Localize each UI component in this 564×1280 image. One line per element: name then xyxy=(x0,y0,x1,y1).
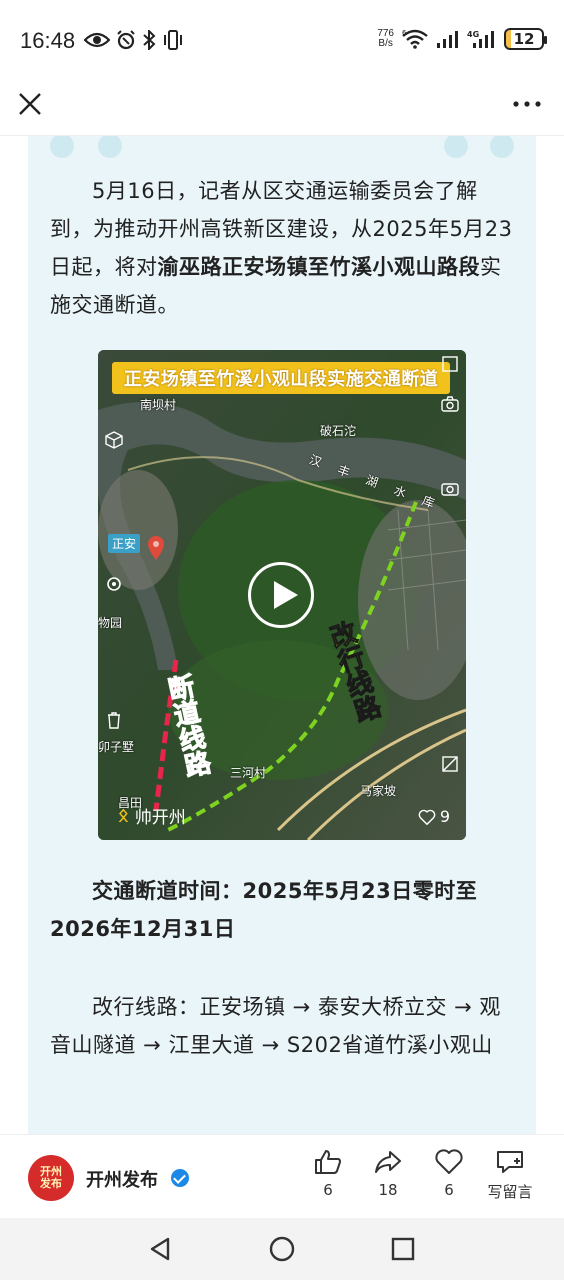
more-icon[interactable] xyxy=(512,94,542,114)
paragraph-intro-bold: 渝巫路正安场镇至竹溪小观山路段 xyxy=(157,255,480,279)
app-bar xyxy=(0,80,564,136)
no-pattern-icon xyxy=(442,756,458,772)
play-button[interactable] xyxy=(248,562,314,628)
share-count: 18 xyxy=(378,1181,398,1199)
net-speed-unit: B/s xyxy=(378,38,393,49)
decorative-dots xyxy=(28,136,536,160)
trash-icon xyxy=(108,712,120,729)
watermark-text: 帅开州 xyxy=(134,808,186,828)
favorite-button[interactable]: 6 xyxy=(419,1149,479,1199)
camera-icon xyxy=(441,396,459,412)
wifi-badge: 6 xyxy=(402,29,407,37)
bluetooth-icon xyxy=(143,30,156,50)
video-player[interactable]: 正安场镇至竹溪小观山段实施交通断道 南坝村 破石沱 汉丰湖水库 物园 卯子墅 三… xyxy=(98,350,466,840)
paragraph-detour: 改行线路：正安场镇 → 泰安大桥立交 → 观音山隧道 → 江里大道 → S202… xyxy=(50,988,516,1064)
paragraph-closure-time-text: 交通断道时间：2025年5月23日零时至2026年12月31日 xyxy=(50,879,478,941)
map-label-poshi: 破石沱 xyxy=(320,424,357,438)
video-watermark: ᛟ 帅开州 xyxy=(118,803,186,828)
video-like-count: 9 xyxy=(439,807,450,826)
camera-icon xyxy=(441,483,459,496)
system-nav-bar xyxy=(0,1218,564,1280)
map-label-nanba: 南坝村 xyxy=(140,398,177,412)
comment-add-icon xyxy=(497,1151,523,1173)
like-count: 6 xyxy=(323,1181,333,1199)
eye-icon xyxy=(84,32,110,48)
account-name[interactable]: 开州发布 xyxy=(86,1166,158,1192)
like-button[interactable]: 6 xyxy=(298,1149,358,1199)
settings-icon xyxy=(107,577,121,591)
heart-icon xyxy=(435,1149,463,1174)
map-label-sanhe: 三河村 xyxy=(230,766,267,780)
back-icon[interactable] xyxy=(148,1236,174,1262)
battery-icon: 12 xyxy=(504,28,547,50)
map-label-wuyuan: 物园 xyxy=(98,616,123,630)
video-title-banner: 正安场镇至竹溪小观山段实施交通断道 xyxy=(112,362,450,394)
close-icon[interactable] xyxy=(16,90,44,118)
favorite-count: 6 xyxy=(444,1181,454,1199)
video-title-text: 正安场镇至竹溪小观山段实施交通断道 xyxy=(123,369,439,390)
map-pin-icon xyxy=(148,536,164,560)
verified-badge-icon xyxy=(171,1169,189,1187)
thumbs-up-icon xyxy=(315,1150,341,1174)
write-comment-button[interactable]: 写留言 xyxy=(480,1149,540,1202)
deco-dot xyxy=(98,136,122,158)
net-speed: 776 B/s xyxy=(377,29,394,49)
wifi-icon: 6 xyxy=(402,29,428,49)
deco-dot xyxy=(444,136,468,158)
home-icon[interactable] xyxy=(269,1236,295,1262)
paragraph-closure-time: 交通断道时间：2025年5月23日零时至2026年12月31日 xyxy=(50,872,516,948)
status-left-icons xyxy=(84,30,184,50)
signal-badge: 4G xyxy=(467,30,479,39)
deco-dot xyxy=(50,136,74,158)
deco-dot xyxy=(490,136,514,158)
alarm-icon xyxy=(117,30,135,50)
share-button[interactable]: 18 xyxy=(358,1149,418,1199)
bottom-action-bar: 开州发布 开州发布 6 18 6 写留言 xyxy=(0,1134,564,1218)
write-comment-label: 写留言 xyxy=(487,1183,533,1201)
status-right: 776 B/s 6 4G 12 xyxy=(377,28,547,50)
battery-level: 12 xyxy=(513,30,535,48)
account-avatar[interactable]: 开州发布 xyxy=(28,1155,74,1201)
avatar-text: 开州发布 xyxy=(40,1165,62,1190)
map-label-majia: 马家坡 xyxy=(360,784,397,798)
recents-icon[interactable] xyxy=(390,1236,416,1262)
map-tag-zhengan: 正安 xyxy=(108,534,141,553)
status-time: 16:48 xyxy=(20,28,76,53)
map-label-zijiang: 卯子墅 xyxy=(98,740,135,754)
signal-4g-icon: 4G xyxy=(467,30,494,48)
frame-icon xyxy=(442,356,458,372)
article-body: 5月16日，记者从区交通运输委员会了解到，为推动开州高铁新区建设，从2025年5… xyxy=(28,136,536,1134)
paragraph-detour-text: 改行线路：正安场镇 → 泰安大桥立交 → 观音山隧道 → 江里大道 → S202… xyxy=(50,995,501,1057)
status-bar: 16:48 776 B/s 6 4G 12 xyxy=(0,0,564,80)
paragraph-intro: 5月16日，记者从区交通运输委员会了解到，为推动开州高铁新区建设，从2025年5… xyxy=(50,172,516,324)
cube-icon xyxy=(105,431,123,449)
watermark-logo-icon: ᛟ xyxy=(118,805,129,826)
video-like[interactable]: 9 xyxy=(418,807,450,826)
share-icon xyxy=(375,1151,401,1173)
heart-icon xyxy=(418,809,436,825)
signal-icon xyxy=(437,31,458,48)
vibrate-icon xyxy=(164,30,182,50)
